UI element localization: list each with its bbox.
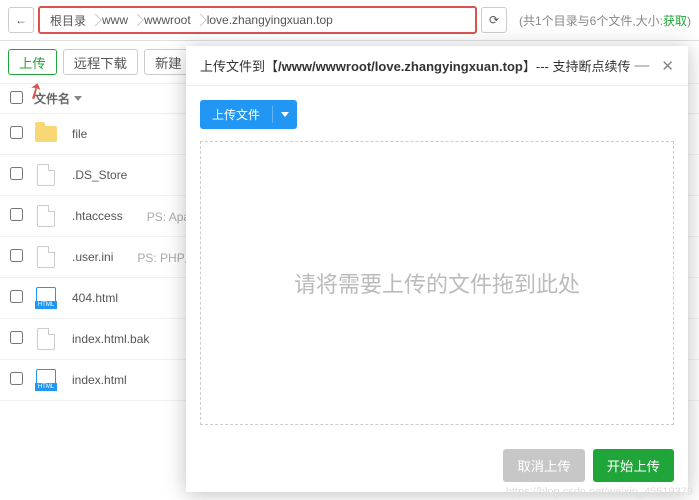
- chevron-down-icon: [281, 112, 289, 117]
- row-checkbox[interactable]: [10, 167, 23, 180]
- row-checkbox[interactable]: [10, 208, 23, 221]
- modal-header: 上传文件到【/www/wwwroot/love.zhangyingxuan.to…: [186, 46, 688, 86]
- crumb-www[interactable]: www: [96, 10, 138, 30]
- file-icon: [34, 286, 58, 310]
- row-checkbox[interactable]: [10, 126, 23, 139]
- upload-dropdown-toggle[interactable]: [272, 106, 297, 123]
- remote-download-button[interactable]: 远程下载: [63, 49, 138, 75]
- breadcrumb-bar: ← 根目录 www wwwroot love.zhangyingxuan.top…: [0, 0, 699, 41]
- folder-icon: [34, 122, 58, 146]
- row-checkbox[interactable]: [10, 331, 23, 344]
- file-name: file: [72, 127, 87, 141]
- breadcrumb: 根目录 www wwwroot love.zhangyingxuan.top: [38, 6, 477, 34]
- file-icon: [34, 204, 58, 228]
- choose-file-button[interactable]: 上传文件: [200, 100, 297, 129]
- modal-footer: 取消上传 开始上传: [186, 439, 688, 492]
- file-icon: [34, 245, 58, 269]
- file-icon: [34, 368, 58, 392]
- modal-title: 上传文件到【/www/wwwroot/love.zhangyingxuan.to…: [200, 56, 630, 75]
- crumb-root[interactable]: 根目录: [44, 9, 96, 32]
- row-checkbox[interactable]: [10, 372, 23, 385]
- refresh-button[interactable]: ⟳: [481, 7, 507, 33]
- nav-back-button[interactable]: ←: [8, 7, 34, 33]
- start-upload-button[interactable]: 开始上传: [593, 449, 674, 482]
- crumb-domain[interactable]: love.zhangyingxuan.top: [201, 10, 343, 30]
- file-name: index.html.bak: [72, 332, 149, 346]
- row-checkbox[interactable]: [10, 249, 23, 262]
- col-name-label[interactable]: 文件名: [34, 90, 70, 107]
- close-button[interactable]: ✕: [661, 57, 674, 75]
- sort-icon: [74, 96, 82, 101]
- upload-modal: 上传文件到【/www/wwwroot/love.zhangyingxuan.to…: [186, 46, 688, 492]
- file-name: .DS_Store: [72, 168, 127, 182]
- file-icon: [34, 327, 58, 351]
- minimize-button[interactable]: —: [634, 57, 649, 75]
- dropzone[interactable]: 请将需要上传的文件拖到此处: [200, 141, 674, 425]
- file-icon: [34, 163, 58, 187]
- select-all-checkbox[interactable]: [10, 91, 23, 104]
- file-name: .htaccess: [72, 209, 123, 223]
- file-name: 404.html: [72, 291, 118, 305]
- watermark: https://blog.csdn.net/weixin_45519379: [506, 486, 693, 498]
- get-size-link[interactable]: 获取: [663, 14, 687, 28]
- cancel-upload-button[interactable]: 取消上传: [503, 449, 584, 482]
- crumb-wwwroot[interactable]: wwwroot: [138, 10, 201, 30]
- file-name: index.html: [72, 373, 127, 387]
- file-name: .user.ini: [72, 250, 113, 264]
- status-text: (共1个目录与6个文件,大小:获取): [511, 12, 691, 29]
- upload-button[interactable]: 上传: [8, 49, 57, 75]
- row-checkbox[interactable]: [10, 290, 23, 303]
